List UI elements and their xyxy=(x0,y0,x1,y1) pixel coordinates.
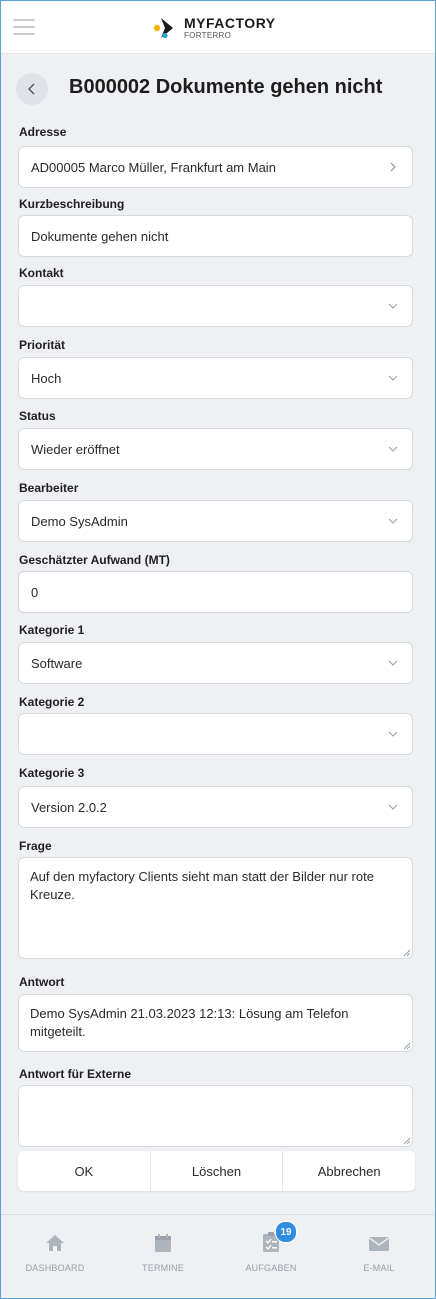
tasks-count-badge: 19 xyxy=(275,1221,297,1243)
calendar-icon xyxy=(153,1229,173,1253)
adresse-label: Adresse xyxy=(19,125,67,139)
kategorie2-label: Kategorie 2 xyxy=(19,695,85,709)
kurzbeschreibung-label: Kurzbeschreibung xyxy=(19,197,125,211)
menu-icon[interactable] xyxy=(13,19,35,35)
kontakt-label: Kontakt xyxy=(19,266,64,280)
frage-textarea[interactable]: Auf den myfactory Clients sieht man stat… xyxy=(18,857,413,959)
kategorie1-label: Kategorie 1 xyxy=(19,623,85,637)
antwort-extern-textarea[interactable] xyxy=(18,1085,413,1147)
antwort-value: Demo SysAdmin 21.03.2023 12:13: Lösung a… xyxy=(30,1006,349,1039)
nav-item-email[interactable]: E-MAIL xyxy=(325,1229,433,1289)
resize-handle-icon[interactable] xyxy=(403,949,411,957)
tasks-icon: 19 xyxy=(261,1221,297,1253)
kategorie1-select[interactable]: Software xyxy=(18,642,413,684)
bearbeiter-value: Demo SysAdmin xyxy=(31,513,128,529)
chevron-down-icon xyxy=(386,442,400,456)
chevron-left-icon xyxy=(28,83,35,95)
bearbeiter-select[interactable]: Demo SysAdmin xyxy=(18,500,413,542)
antwort-label: Antwort xyxy=(19,975,65,989)
app-frame: MYFACTORY FORTERRO B000002 Dokumente geh… xyxy=(0,0,436,1299)
brand-sub: FORTERRO xyxy=(184,31,232,40)
cancel-button[interactable]: Abbrechen xyxy=(282,1151,415,1191)
frage-value: Auf den myfactory Clients sieht man stat… xyxy=(30,869,374,902)
nav-label: TERMINE xyxy=(142,1263,184,1273)
delete-button[interactable]: Löschen xyxy=(149,1151,283,1191)
nav-item-dashboard[interactable]: DASHBOARD xyxy=(1,1229,109,1289)
page-header: B000002 Dokumente gehen nicht xyxy=(1,65,435,113)
aufwand-value: 0 xyxy=(31,584,39,600)
aufwand-label: Geschätzter Aufwand (MT) xyxy=(19,553,170,567)
page-title: B000002 Dokumente gehen nicht xyxy=(69,76,383,98)
kategorie3-value: Version 2.0.2 xyxy=(31,799,107,815)
antwort-extern-label: Antwort für Externe xyxy=(19,1067,132,1081)
kategorie1-value: Software xyxy=(31,655,83,671)
status-label: Status xyxy=(19,409,56,423)
brand-logo: MYFACTORY FORTERRO xyxy=(152,13,276,43)
chevron-down-icon xyxy=(386,727,400,741)
ok-button[interactable]: OK xyxy=(18,1151,150,1191)
nav-label: AUFGABEN xyxy=(245,1263,297,1273)
logo-mark-icon xyxy=(153,18,173,39)
resize-handle-icon[interactable] xyxy=(403,1137,411,1145)
nav-item-termine[interactable]: TERMINE xyxy=(109,1229,217,1289)
kategorie2-select[interactable] xyxy=(18,713,413,755)
chevron-down-icon xyxy=(386,656,400,670)
frage-label: Frage xyxy=(19,839,52,853)
home-icon xyxy=(45,1229,65,1253)
kurzbeschreibung-value: Dokumente gehen nicht xyxy=(31,228,169,244)
chevron-down-icon xyxy=(386,800,400,814)
aufwand-input[interactable]: 0 xyxy=(18,571,413,613)
top-bar: MYFACTORY FORTERRO xyxy=(1,1,435,54)
adresse-field[interactable]: AD00005 Marco Müller, Frankfurt am Main xyxy=(18,146,413,188)
nav-item-aufgaben[interactable]: 19 AUFGABEN xyxy=(217,1221,325,1289)
kategorie3-label: Kategorie 3 xyxy=(19,766,85,780)
nav-label: DASHBOARD xyxy=(25,1263,85,1273)
mail-icon xyxy=(368,1229,390,1253)
adresse-value: AD00005 Marco Müller, Frankfurt am Main xyxy=(31,159,276,175)
chevron-down-icon xyxy=(386,371,400,385)
kategorie3-select[interactable]: Version 2.0.2 xyxy=(18,786,413,828)
status-select[interactable]: Wieder eröffnet xyxy=(18,428,413,470)
chevron-down-icon xyxy=(386,514,400,528)
action-button-group: OK Löschen Abbrechen xyxy=(18,1151,415,1191)
back-button[interactable] xyxy=(16,73,48,105)
chevron-down-icon xyxy=(386,299,400,313)
brand-name: MYFACTORY xyxy=(184,15,276,31)
antwort-textarea[interactable]: Demo SysAdmin 21.03.2023 12:13: Lösung a… xyxy=(18,994,413,1052)
chevron-right-icon xyxy=(386,160,400,174)
resize-handle-icon[interactable] xyxy=(403,1042,411,1050)
prioritaet-label: Priorität xyxy=(19,338,66,352)
nav-label: E-MAIL xyxy=(363,1263,395,1273)
bottom-navigation: DASHBOARD TERMINE 19 AUFGABEN E-MAIL xyxy=(1,1214,435,1298)
kurzbeschreibung-input[interactable]: Dokumente gehen nicht xyxy=(18,215,413,257)
kontakt-select[interactable] xyxy=(18,285,413,327)
status-value: Wieder eröffnet xyxy=(31,441,120,457)
prioritaet-value: Hoch xyxy=(31,370,62,386)
prioritaet-select[interactable]: Hoch xyxy=(18,357,413,399)
bearbeiter-label: Bearbeiter xyxy=(19,481,79,495)
